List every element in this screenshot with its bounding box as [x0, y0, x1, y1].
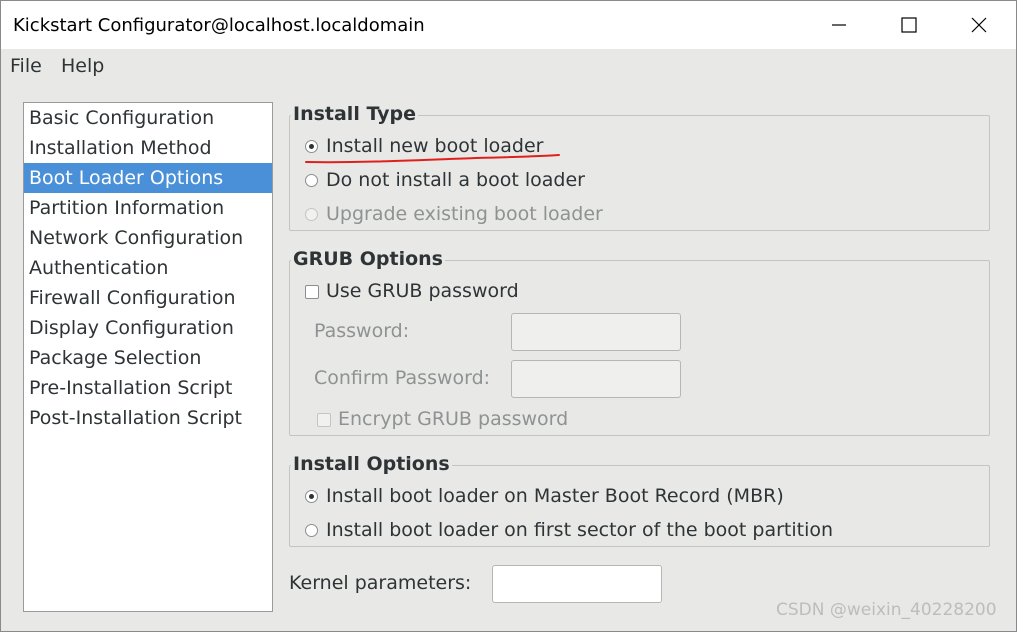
close-button[interactable] [944, 1, 1014, 49]
sidebar-item-installation-method[interactable]: Installation Method [24, 133, 272, 163]
title-bar: Kickstart Configurator@localhost.localdo… [1, 1, 1016, 49]
password-field [511, 313, 681, 351]
password-input [512, 314, 680, 350]
sidebar-item-partition-information[interactable]: Partition Information [24, 193, 272, 223]
use-grub-password-checkbox[interactable] [305, 285, 319, 299]
menu-bar: File Help [1, 49, 1016, 83]
watermark: CSDN @weixin_40228200 [776, 600, 997, 620]
red-underline-annotation [305, 154, 560, 164]
minimize-icon [832, 24, 846, 26]
use-grub-password-label[interactable]: Use GRUB password [326, 280, 519, 302]
sidebar-item-package-selection[interactable]: Package Selection [24, 343, 272, 373]
confirm-password-field [511, 360, 681, 398]
no-install-radio[interactable] [305, 174, 318, 187]
confirm-password-label: Confirm Password: [314, 367, 491, 389]
sidebar-item-display-configuration[interactable]: Display Configuration [24, 313, 272, 343]
app-window: Kickstart Configurator@localhost.localdo… [0, 0, 1017, 632]
first-sector-radio[interactable] [305, 524, 318, 537]
minimize-button[interactable] [804, 1, 874, 49]
grub-options-title: GRUB Options [291, 248, 445, 270]
first-sector-label[interactable]: Install boot loader on first sector of t… [326, 519, 833, 541]
sidebar-item-basic-configuration[interactable]: Basic Configuration [24, 103, 272, 133]
install-type-title: Install Type [291, 103, 419, 125]
sidebar-item-network-configuration[interactable]: Network Configuration [24, 223, 272, 253]
mbr-label[interactable]: Install boot loader on Master Boot Recor… [326, 485, 784, 507]
password-label: Password: [314, 320, 410, 342]
menu-file[interactable]: File [10, 55, 42, 77]
kernel-parameters-label: Kernel parameters: [289, 572, 472, 594]
upgrade-radio [305, 208, 318, 221]
sidebar-item-authentication[interactable]: Authentication [24, 253, 272, 283]
sidebar-item-boot-loader-options[interactable]: Boot Loader Options [24, 163, 272, 193]
close-icon [971, 17, 987, 33]
confirm-password-input [512, 361, 680, 397]
menu-help[interactable]: Help [61, 55, 104, 77]
kernel-parameters-input[interactable] [493, 566, 661, 602]
encrypt-grub-password-label: Encrypt GRUB password [338, 408, 569, 430]
sidebar-item-firewall-configuration[interactable]: Firewall Configuration [24, 283, 272, 313]
mbr-radio[interactable] [305, 490, 318, 503]
sidebar-item-pre-installation-script[interactable]: Pre-Installation Script [24, 373, 272, 403]
no-install-label[interactable]: Do not install a boot loader [326, 169, 585, 191]
window-title: Kickstart Configurator@localhost.localdo… [13, 15, 425, 36]
install-options-title: Install Options [291, 453, 452, 475]
kernel-parameters-field[interactable] [492, 565, 662, 603]
maximize-icon [901, 17, 917, 33]
section-list: Basic Configuration Installation Method … [23, 102, 273, 612]
upgrade-label: Upgrade existing boot loader [326, 203, 603, 225]
sidebar-item-post-installation-script[interactable]: Post-Installation Script [24, 403, 272, 433]
maximize-button[interactable] [874, 1, 944, 49]
encrypt-grub-password-checkbox [317, 413, 331, 427]
